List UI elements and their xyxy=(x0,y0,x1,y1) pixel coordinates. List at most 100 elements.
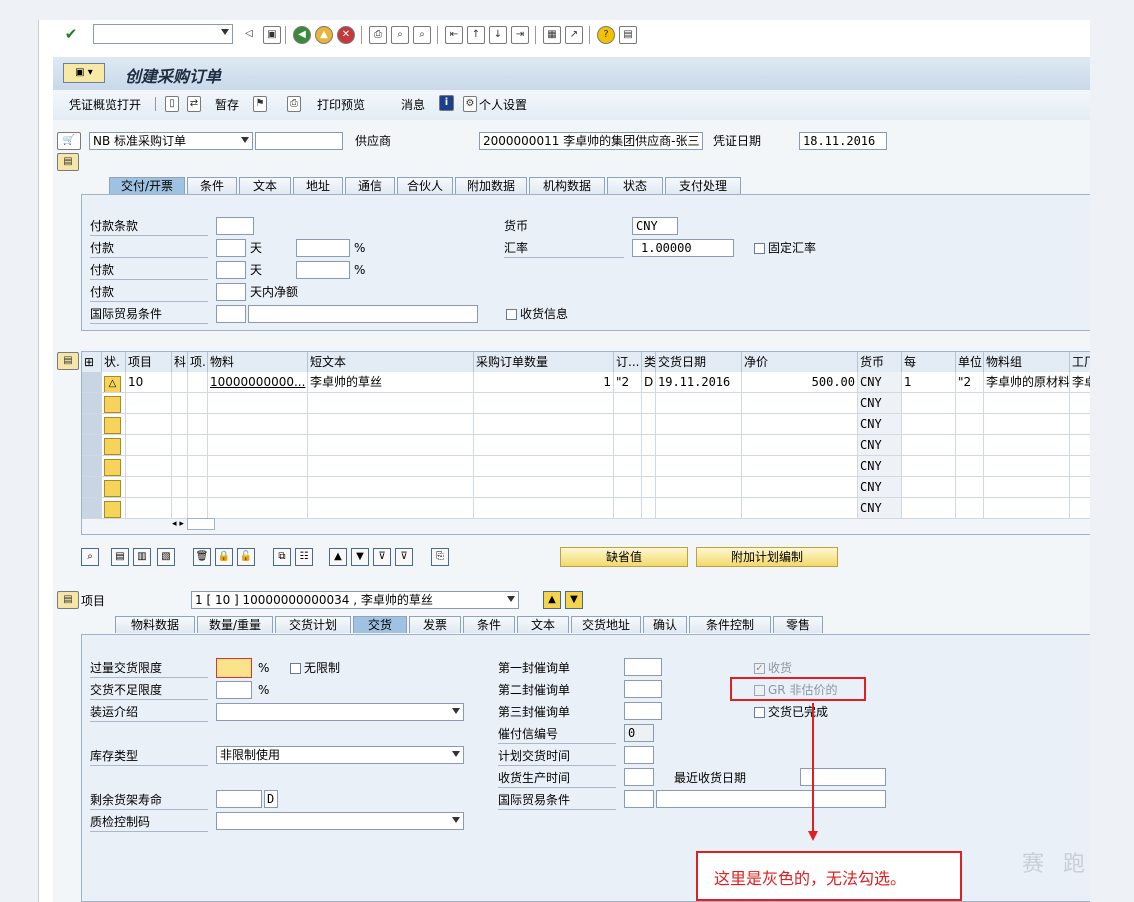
filter-clear-icon[interactable]: ⊽ xyxy=(395,548,413,566)
cell-empty[interactable] xyxy=(902,498,956,519)
filter-icon[interactable]: ▼ xyxy=(351,548,369,566)
grid-header-matl_group[interactable]: 物料组 xyxy=(984,352,1070,372)
cell-empty[interactable] xyxy=(208,456,308,477)
grid-header-price[interactable]: 净价 xyxy=(742,352,858,372)
cell-empty[interactable] xyxy=(172,435,188,456)
cell-empty[interactable] xyxy=(984,435,1070,456)
currency-field[interactable]: CNY xyxy=(632,217,678,235)
incoterms2-text-field[interactable] xyxy=(656,790,886,808)
cell-empty[interactable] xyxy=(474,393,614,414)
cell-empty[interactable] xyxy=(126,393,172,414)
next-page-icon[interactable]: ↓ xyxy=(489,26,507,44)
cell-empty[interactable] xyxy=(188,477,208,498)
row-selector[interactable] xyxy=(82,456,102,477)
tab-item-5[interactable]: 条件 xyxy=(463,616,515,633)
print-preview-icon[interactable]: ⎙ xyxy=(287,96,301,112)
cell-empty[interactable] xyxy=(102,435,126,456)
cell-empty[interactable] xyxy=(656,435,742,456)
reminder2-field[interactable] xyxy=(624,680,662,698)
cell-empty[interactable] xyxy=(102,456,126,477)
cell-empty[interactable] xyxy=(474,456,614,477)
menu-icon[interactable]: ▣ ▾ xyxy=(63,63,105,83)
cell-empty[interactable] xyxy=(308,477,474,498)
doc-overview-button[interactable]: 凭证概览打开 xyxy=(69,96,141,114)
cell-matl_group[interactable]: 李卓帅的原材料 xyxy=(984,372,1070,393)
unlock-icon[interactable]: 🔓 xyxy=(237,548,255,566)
cell-unit[interactable]: "2 xyxy=(956,372,984,393)
grid-header-unit[interactable]: 单位 xyxy=(956,352,984,372)
cell-empty[interactable] xyxy=(984,393,1070,414)
grid-scrollbar[interactable]: ◂ ▸ xyxy=(172,517,236,531)
select-all-icon[interactable]: ▤ xyxy=(111,548,129,566)
print-preview-button[interactable]: 打印预览 xyxy=(317,96,365,114)
cell-empty[interactable] xyxy=(902,477,956,498)
collapse-header-icon[interactable]: ▤ xyxy=(57,153,79,171)
doc-date-field[interactable]: 18.11.2016 xyxy=(799,132,887,150)
tab-item-6[interactable]: 文本 xyxy=(517,616,569,633)
cell-empty[interactable] xyxy=(902,393,956,414)
cell-empty[interactable] xyxy=(742,456,858,477)
tab-item-1[interactable]: 数量/重量 xyxy=(197,616,273,633)
cell-empty[interactable]: CNY xyxy=(858,393,902,414)
cell-empty[interactable] xyxy=(102,477,126,498)
grid-header-status[interactable]: 状. xyxy=(102,352,126,372)
cell-empty[interactable] xyxy=(1070,414,1090,435)
incoterms2-field[interactable] xyxy=(624,790,654,808)
add-planning-button[interactable]: 附加计划编制 xyxy=(696,547,838,567)
stock-type-select[interactable]: 非限制使用 xyxy=(216,746,464,764)
shelf-life-field[interactable] xyxy=(216,790,262,808)
pay2-days-field[interactable] xyxy=(216,261,246,279)
cell-item[interactable]: 10 xyxy=(126,372,172,393)
info-icon[interactable]: i xyxy=(439,95,454,111)
row-selector[interactable] xyxy=(82,372,102,393)
cell-empty[interactable] xyxy=(172,477,188,498)
cell-empty[interactable] xyxy=(642,414,656,435)
cell-empty[interactable] xyxy=(742,435,858,456)
cell-empty[interactable] xyxy=(188,456,208,477)
default-values-button[interactable]: 缺省值 xyxy=(560,547,688,567)
collapse-item-detail-icon[interactable]: ▤ xyxy=(57,591,79,609)
cell-empty[interactable] xyxy=(308,393,474,414)
row-selector[interactable] xyxy=(82,498,102,519)
exit-icon[interactable]: ▲ xyxy=(315,26,333,44)
cell-empty[interactable] xyxy=(902,456,956,477)
grid-header-itemcat[interactable]: 项. xyxy=(188,352,208,372)
deliv-complete-checkbox[interactable] xyxy=(754,707,765,718)
grid-header-item[interactable]: 项目 xyxy=(126,352,172,372)
cell-empty[interactable] xyxy=(126,414,172,435)
reminder1-field[interactable] xyxy=(624,658,662,676)
export-icon[interactable]: ⎘ xyxy=(431,548,449,566)
tab-header-5[interactable]: 合伙人 xyxy=(397,177,453,194)
cell-empty[interactable] xyxy=(656,477,742,498)
under-tol-field[interactable] xyxy=(216,681,252,699)
fixed-rate-checkbox[interactable] xyxy=(754,243,765,254)
cell-empty[interactable] xyxy=(172,393,188,414)
last-page-icon[interactable]: ⇥ xyxy=(511,26,529,44)
gr-message-checkbox[interactable] xyxy=(506,309,517,320)
vendor-field[interactable]: 2000000011 李卓帅的集团供应商-张三 xyxy=(479,132,703,150)
personal-settings-button[interactable]: 个人设置 xyxy=(479,96,527,114)
cell-status[interactable]: △ xyxy=(102,372,126,393)
tab-header-4[interactable]: 通信 xyxy=(345,177,395,194)
cell-per[interactable]: 1 xyxy=(902,372,956,393)
cell-empty[interactable] xyxy=(956,456,984,477)
cell-plant[interactable]: 李卓 xyxy=(1070,372,1090,393)
pay2-pct-field[interactable] xyxy=(296,261,350,279)
cell-empty[interactable] xyxy=(102,393,126,414)
tab-item-7[interactable]: 交货地址 xyxy=(571,616,641,633)
cell-empty[interactable] xyxy=(172,414,188,435)
save-icon[interactable]: ▣ xyxy=(263,26,281,44)
cell-empty[interactable] xyxy=(614,498,642,519)
cell-empty[interactable] xyxy=(308,435,474,456)
cell-empty[interactable] xyxy=(1070,477,1090,498)
grid-select-all-icon[interactable]: ⊞ xyxy=(82,352,102,372)
cell-empty[interactable] xyxy=(126,435,172,456)
collapse-items-icon[interactable]: ▤ xyxy=(57,352,79,370)
shipping-select[interactable] xyxy=(216,703,464,721)
cell-empty[interactable] xyxy=(614,414,642,435)
cell-empty[interactable] xyxy=(172,498,188,519)
item-select[interactable]: 1 [ 10 ] 10000000000034 , 李卓帅的草丝 xyxy=(191,591,519,609)
cell-price[interactable]: 500.00 xyxy=(742,372,858,393)
cell-empty[interactable] xyxy=(1070,498,1090,519)
prev-item-button[interactable]: ▲ xyxy=(543,591,561,609)
